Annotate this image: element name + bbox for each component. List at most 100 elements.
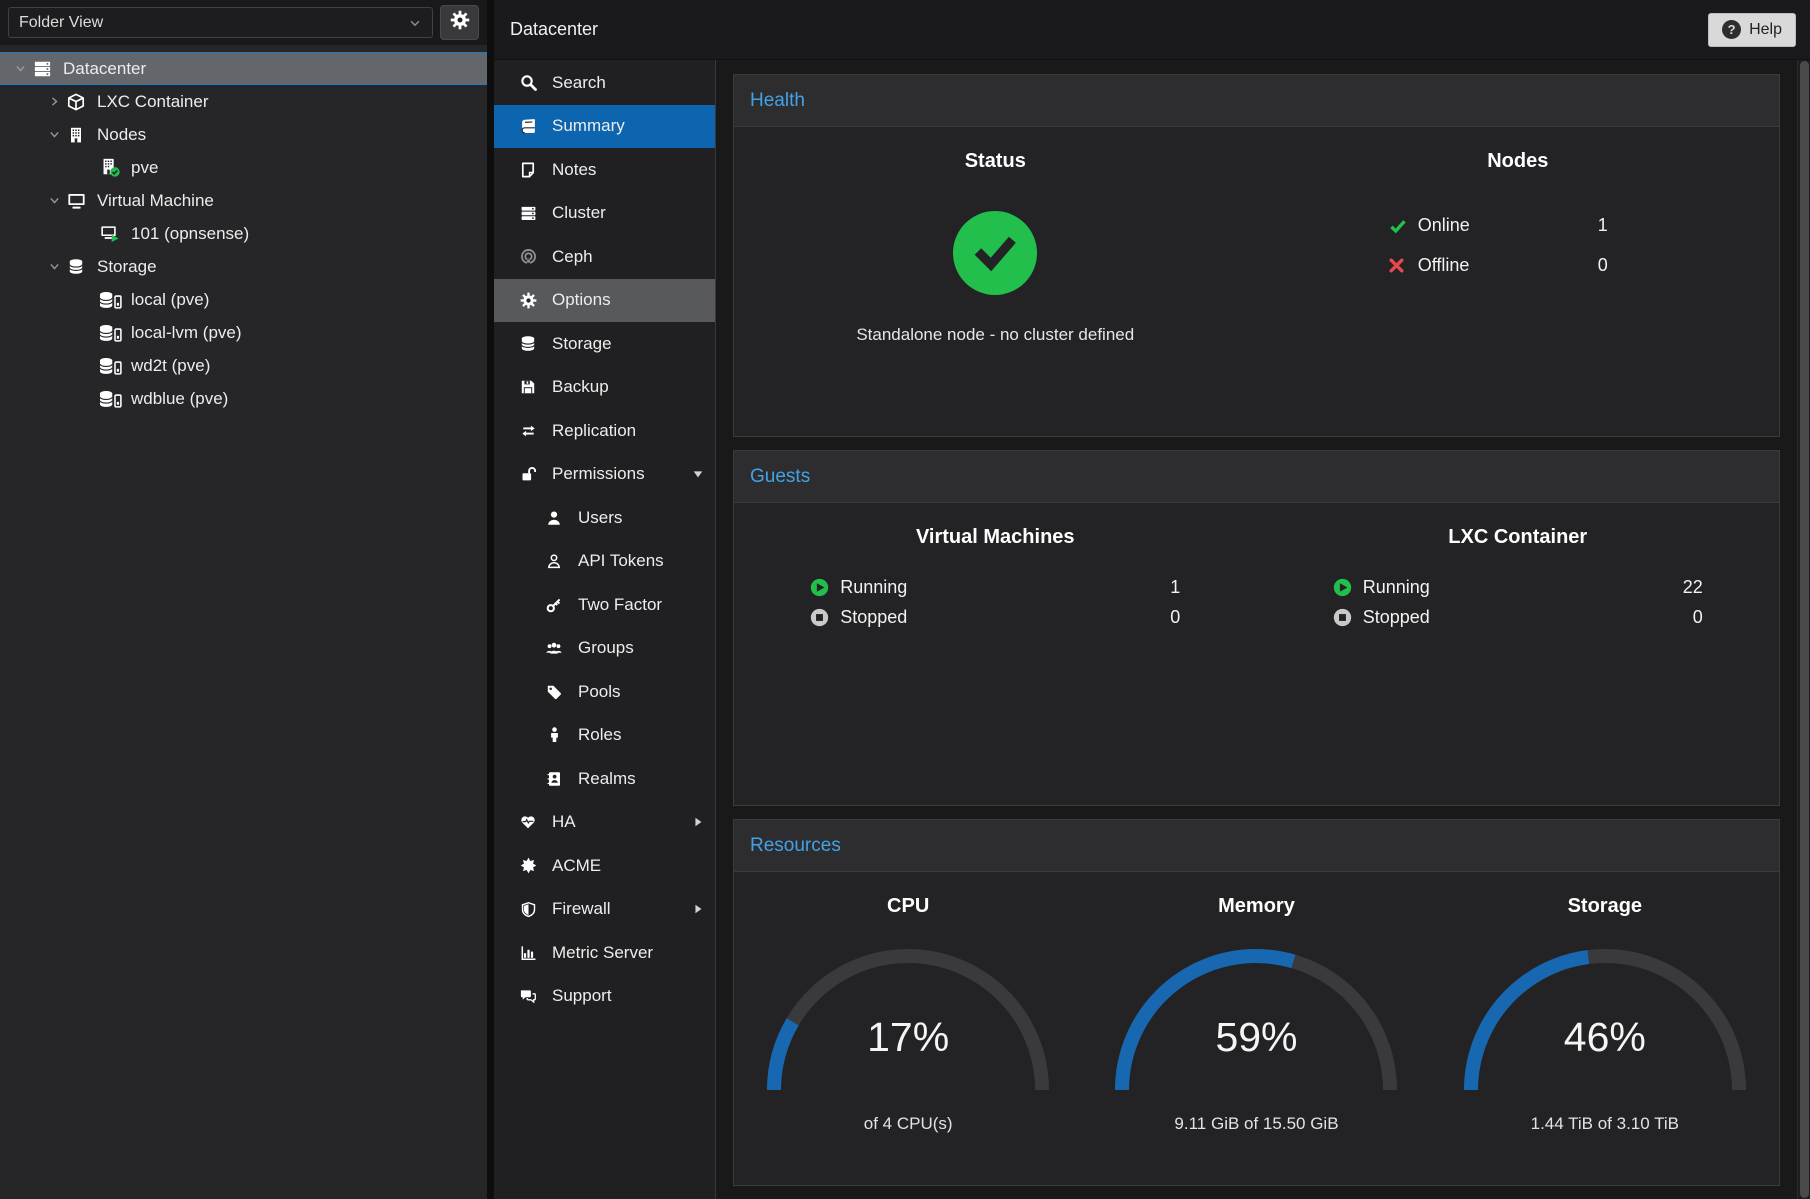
panel-splitter[interactable] [487,0,494,1199]
desktop-icon [64,192,88,210]
user-icon [543,510,565,526]
main-region: Datacenter ? Help SearchSummaryNotesClus… [494,0,1810,1199]
tree-item-storage[interactable]: Storage [0,250,487,283]
scrollbar-thumb[interactable] [1800,61,1809,1198]
tag-icon [543,684,565,700]
expander-closed-icon[interactable] [44,95,64,108]
tree-toolbar: Folder View [0,0,487,45]
question-circle-icon: ? [1722,20,1741,39]
menu-item-roles[interactable]: Roles [494,714,715,758]
stat-row-running: Running1 [810,577,1180,598]
gauge-percent: 46% [1455,1014,1755,1061]
menu-item-api-tokens[interactable]: API Tokens [494,540,715,584]
tree-item-local-lvm-pve[interactable]: local-lvm (pve) [0,316,487,349]
node-online-icon [98,158,122,177]
menu-item-notes[interactable]: Notes [494,148,715,192]
menu-item-groups[interactable]: Groups [494,627,715,671]
menu-item-label: Firewall [552,899,691,919]
menu-item-label: Permissions [552,464,691,484]
guests-panel-header: Guests [734,451,1779,503]
view-selector-value: Folder View [19,14,103,32]
content-topbar: Datacenter ? Help [494,0,1810,60]
help-button-label: Help [1749,21,1782,39]
nodes-heading: Nodes [1487,150,1548,173]
menu-item-support[interactable]: Support [494,975,715,1019]
storage-drive-icon [98,390,122,408]
menu-item-label: Users [578,508,705,528]
expander-open-icon[interactable] [44,194,64,207]
menu-item-storage[interactable]: Storage [494,322,715,366]
menu-item-two-factor[interactable]: Two Factor [494,583,715,627]
menu-item-permissions[interactable]: Permissions [494,453,715,497]
stat-row-running: Running22 [1333,577,1703,598]
menu-item-ha[interactable]: HA [494,801,715,845]
heartbeat-icon [517,814,539,830]
stat-value: 1 [1598,215,1648,236]
menu-item-summary[interactable]: Summary [494,105,715,149]
stat-label: Stopped [1363,607,1653,628]
gauge-arc: 17% [758,940,1058,1098]
tree-item-label: local-lvm (pve) [131,323,242,343]
menu-item-ceph[interactable]: Ceph [494,235,715,279]
tree-item-lxc-container[interactable]: LXC Container [0,85,487,118]
tree-item-label: local (pve) [131,290,209,310]
tree-item-101-opnsense[interactable]: 101 (opnsense) [0,217,487,250]
cube-icon [64,93,88,111]
stop-circle-icon [1333,608,1355,628]
menu-item-users[interactable]: Users [494,496,715,540]
menu-item-label: ACME [552,856,705,876]
guests-column-virtual-machines: Virtual MachinesRunning1Stopped0 [734,503,1257,805]
tree-item-label: LXC Container [97,92,209,112]
tree-item-label: Nodes [97,125,146,145]
cluster-status-message: Standalone node - no cluster defined [856,325,1134,345]
storage-drive-icon [98,357,122,375]
gear-icon [450,10,470,35]
database-icon [64,258,88,275]
burst-icon [517,857,539,874]
menu-item-search[interactable]: Search [494,61,715,105]
stat-label: Running [840,577,1130,598]
tree-item-pve[interactable]: pve [0,151,487,184]
menu-item-firewall[interactable]: Firewall [494,888,715,932]
menu-item-backup[interactable]: Backup [494,366,715,410]
menu-item-options[interactable]: Options [494,279,715,323]
stat-label: Stopped [840,607,1130,628]
expander-open-icon[interactable] [44,260,64,273]
chevron-right-icon [691,903,705,915]
cluster-icon [517,205,539,222]
note-icon [517,162,539,178]
menu-item-replication[interactable]: Replication [494,409,715,453]
gauge-sublabel: 9.11 GiB of 15.50 GiB [1174,1114,1338,1134]
menu-item-label: API Tokens [578,551,705,571]
tree-item-virtual-machine[interactable]: Virtual Machine [0,184,487,217]
vertical-scrollbar[interactable] [1797,60,1810,1199]
tree-item-datacenter[interactable]: Datacenter [0,52,487,85]
menu-item-pools[interactable]: Pools [494,670,715,714]
menu-item-acme[interactable]: ACME [494,844,715,888]
view-selector[interactable]: Folder View [8,7,433,38]
menu-item-label: HA [552,812,691,832]
menu-item-metric-server[interactable]: Metric Server [494,931,715,975]
tree-item-wd2t-pve[interactable]: wd2t (pve) [0,349,487,382]
expander-open-icon[interactable] [10,62,30,75]
tree-item-local-pve[interactable]: local (pve) [0,283,487,316]
server-stack-icon [30,60,54,78]
help-button[interactable]: ? Help [1708,13,1796,47]
tree-item-wdblue-pve[interactable]: wdblue (pve) [0,382,487,415]
expander-open-icon[interactable] [44,128,64,141]
menu-item-realms[interactable]: Realms [494,757,715,801]
tree-item-nodes[interactable]: Nodes [0,118,487,151]
tree-item-label: wdblue (pve) [131,389,228,409]
guests-column-heading: LXC Container [1448,526,1587,549]
gauge-heading: Storage [1568,895,1642,918]
tree-item-label: 101 (opnsense) [131,224,249,244]
check-icon [1388,216,1410,236]
database-icon [517,335,539,352]
tree-item-label: wd2t (pve) [131,356,210,376]
menu-item-cluster[interactable]: Cluster [494,192,715,236]
tree-settings-button[interactable] [440,5,479,40]
guests-panel: Guests Virtual MachinesRunning1Stopped0L… [733,450,1780,806]
resource-tree-panel: Folder View Datacenter LXC Container Nodes… [0,0,487,1199]
floppy-icon [517,379,539,395]
building-icon [64,126,88,144]
